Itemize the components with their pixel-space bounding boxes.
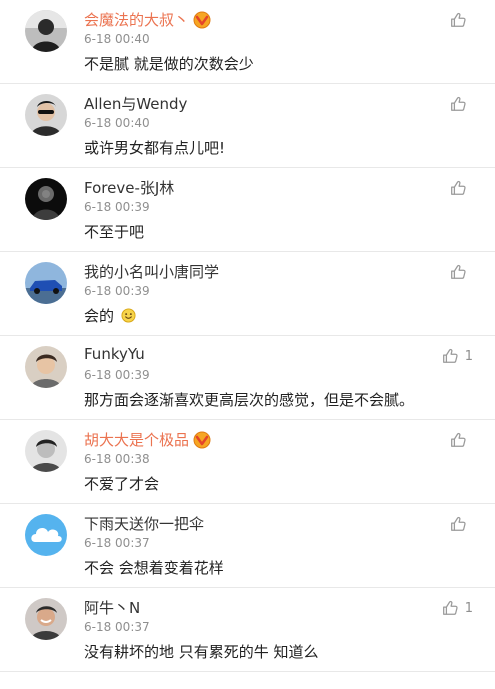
vip-badge-icon [193, 11, 211, 29]
comment-text-row: 那方面会逐渐喜欢更高层次的感觉，但是不会腻。 [84, 389, 414, 410]
thumbs-up-icon [449, 515, 467, 533]
timestamp: 6-18 00:40 [84, 32, 150, 46]
timestamp: 6-18 00:39 [84, 200, 150, 214]
username[interactable]: Foreve-张J林 [84, 177, 174, 198]
username-row[interactable]: 胡大大是个极品 [84, 429, 211, 450]
username-row[interactable]: Foreve-张J林 [84, 177, 174, 198]
like-button[interactable] [449, 263, 473, 281]
like-button[interactable] [449, 515, 473, 533]
like-button[interactable] [449, 431, 473, 449]
comment-text: 会的 [84, 307, 115, 325]
comment-text: 不至于吧 [84, 223, 145, 241]
avatar[interactable] [25, 598, 67, 640]
like-count: 1 [464, 600, 473, 616]
timestamp: 6-18 00:37 [84, 536, 150, 550]
comment-text: 不是腻 就是做的次数会少 [84, 55, 254, 73]
like-button[interactable] [449, 95, 473, 113]
username[interactable]: Allen与Wendy [84, 93, 187, 114]
avatar[interactable] [25, 514, 67, 556]
username[interactable]: 胡大大是个极品 [84, 429, 189, 450]
comment-item[interactable]: Foreve-张J林 6-18 00:39 不至于吧 [0, 168, 495, 252]
like-button[interactable]: 1 [441, 347, 473, 365]
timestamp: 6-18 00:40 [84, 116, 150, 130]
comment-text: 那方面会逐渐喜欢更高层次的感觉，但是不会腻。 [84, 391, 415, 409]
thumbs-up-icon [449, 263, 467, 281]
comment-item[interactable]: 阿牛丶N 6-18 00:37 没有耕坏的地 只有累死的牛 知道么 1 [0, 588, 495, 672]
timestamp: 6-18 00:38 [84, 452, 150, 466]
comment-text-row: 不爱了才会 [84, 473, 159, 494]
thumbs-up-icon [449, 179, 467, 197]
comment-text-row: 不至于吧 [84, 221, 144, 242]
username-row[interactable]: 会魔法的大叔丶 [84, 9, 211, 30]
avatar[interactable] [25, 178, 67, 220]
comment-item[interactable]: Allen与Wendy 6-18 00:40 或许男女都有点儿吧! [0, 84, 495, 168]
avatar[interactable] [25, 346, 67, 388]
comment-text-row: 会的 [84, 305, 136, 326]
comment-list: 会魔法的大叔丶 6-18 00:40 不是腻 就是做的次数会少 Allen与We… [0, 0, 495, 689]
like-button[interactable] [449, 179, 473, 197]
comment-text-row: 不会 会想着变着花样 [84, 557, 224, 578]
username-row[interactable]: 我的小名叫小唐同学 [84, 261, 219, 282]
vip-badge-icon [193, 431, 211, 449]
comment-text: 或许男女都有点儿吧! [84, 139, 226, 157]
username-row[interactable]: FunkyYu [84, 345, 145, 363]
avatar[interactable] [25, 262, 67, 304]
comment-text: 不会 会想着变着花样 [84, 559, 224, 577]
avatar[interactable] [25, 430, 67, 472]
username[interactable]: 我的小名叫小唐同学 [84, 261, 219, 282]
comment-text-row: 不是腻 就是做的次数会少 [84, 53, 254, 74]
comment-text: 没有耕坏的地 只有累死的牛 知道么 [84, 643, 319, 661]
comment-item[interactable]: 我的小名叫小唐同学 6-18 00:39 会的 [0, 252, 495, 336]
comment-item[interactable]: 会魔法的大叔丶 6-18 00:40 不是腻 就是做的次数会少 [0, 0, 495, 84]
thumbs-up-icon [449, 11, 467, 29]
comment-text-row: 没有耕坏的地 只有累死的牛 知道么 [84, 641, 319, 662]
username[interactable]: 阿牛丶N [84, 597, 140, 618]
thumbs-up-icon [449, 431, 467, 449]
like-button[interactable]: 1 [441, 599, 473, 617]
avatar[interactable] [25, 10, 67, 52]
thumbs-up-icon [449, 95, 467, 113]
username-row[interactable]: Allen与Wendy [84, 93, 187, 114]
timestamp: 6-18 00:39 [84, 284, 150, 298]
like-button[interactable] [449, 11, 473, 29]
smile-emoji-icon [121, 308, 136, 323]
comment-text: 不爱了才会 [84, 475, 160, 493]
comment-item[interactable]: 下雨天送你一把伞 6-18 00:37 不会 会想着变着花样 [0, 504, 495, 588]
thumbs-up-icon [441, 347, 459, 365]
comment-text-row: 或许男女都有点儿吧! [84, 137, 225, 158]
username[interactable]: 下雨天送你一把伞 [84, 513, 204, 534]
username[interactable]: FunkyYu [84, 345, 145, 363]
thumbs-up-icon [441, 599, 459, 617]
username-row[interactable]: 下雨天送你一把伞 [84, 513, 204, 534]
username-row[interactable]: 阿牛丶N [84, 597, 140, 618]
timestamp: 6-18 00:37 [84, 620, 150, 634]
avatar[interactable] [25, 94, 67, 136]
timestamp: 6-18 00:39 [84, 368, 150, 382]
comment-item[interactable]: FunkyYu 6-18 00:39 那方面会逐渐喜欢更高层次的感觉，但是不会腻… [0, 336, 495, 420]
username[interactable]: 会魔法的大叔丶 [84, 9, 189, 30]
comment-item[interactable]: 胡大大是个极品 6-18 00:38 不爱了才会 [0, 420, 495, 504]
like-count: 1 [464, 348, 473, 364]
